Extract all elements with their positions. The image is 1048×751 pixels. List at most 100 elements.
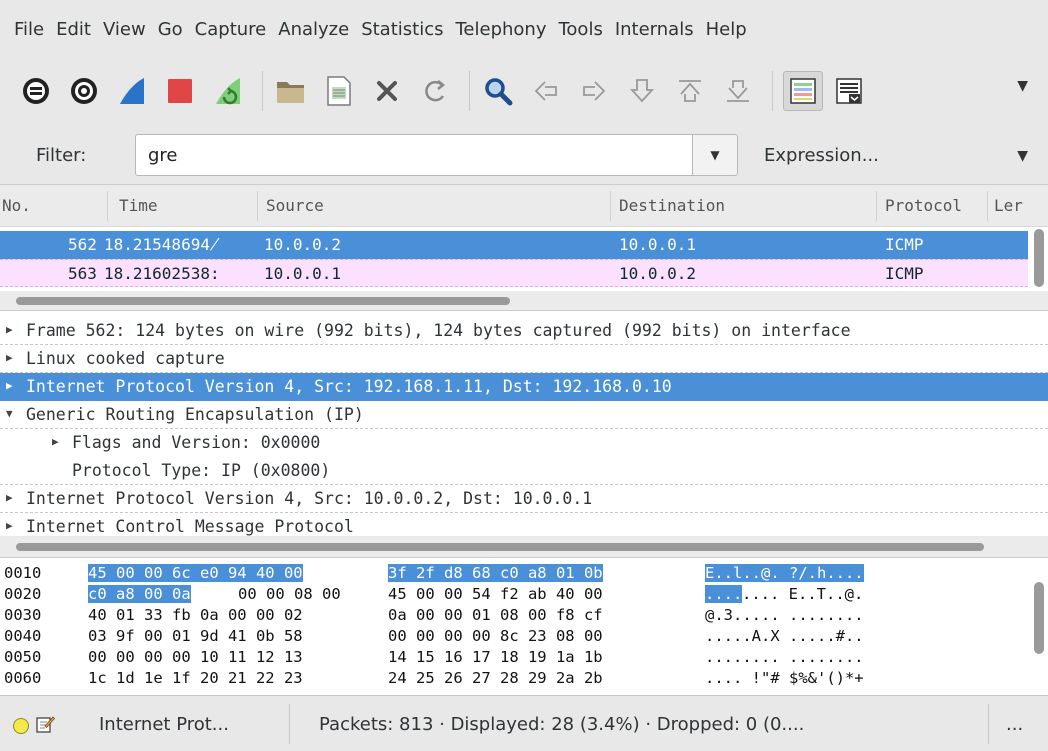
column-header-length[interactable]: Ler: [994, 196, 1023, 215]
tree-item-frame[interactable]: ▶ Frame 562: 124 bytes on wire (992 bits…: [0, 317, 1048, 345]
bytes-offset: 0050: [4, 648, 42, 666]
packet-row[interactable]: 563 18.21602538: 10.0.0.1 10.0.0.2 ICMP: [0, 259, 1028, 287]
column-header-protocol[interactable]: Protocol: [885, 196, 962, 215]
interface-list-button[interactable]: [18, 73, 54, 109]
packet-count-status: Packets: 813 · Displayed: 28 (3.4%) · Dr…: [319, 714, 805, 735]
expand-arrow-icon[interactable]: ▶: [6, 379, 13, 392]
bytes-row[interactable]: 0010 45 00 00 6c e0 94 40 00 3f 2f d8 68…: [0, 564, 864, 585]
first-packet-button[interactable]: [672, 73, 708, 109]
column-header-destination[interactable]: Destination: [619, 196, 725, 215]
column-divider[interactable]: [257, 191, 258, 221]
expand-arrow-icon[interactable]: ▶: [6, 351, 13, 364]
bytes-row[interactable]: 0020 c0 a8 00 0a 00 00 08 00 45 00 00 54…: [0, 585, 863, 606]
stop-capture-button[interactable]: [162, 73, 198, 109]
save-file-icon: [327, 76, 351, 106]
collapse-arrow-icon[interactable]: ▼: [6, 407, 13, 420]
go-forward-button[interactable]: [576, 73, 612, 109]
bytes-row[interactable]: 0040 03 9f 00 01 9d 41 0b 58 00 00 00 00…: [0, 627, 864, 648]
stop-capture-icon: [168, 79, 192, 103]
details-horizontal-scrollbar[interactable]: [16, 543, 984, 551]
packet-row[interactable]: 562 18.21548694̸ 10.0.0.2 10.0.0.1 ICMP: [0, 231, 1028, 259]
packet-source: 10.0.0.1: [264, 264, 342, 283]
column-divider[interactable]: [876, 191, 877, 221]
chevron-down-icon: ▼: [710, 148, 720, 162]
packet-list-horizontal-scrollbar[interactable]: [16, 297, 510, 305]
bytes-row[interactable]: 0060 1c 1d 1e 1f 20 21 22 23 24 25 26 27…: [0, 669, 864, 690]
column-divider[interactable]: [987, 191, 988, 221]
bytes-hex: 1c 1d 1e 1f 20 21 22 23: [88, 669, 303, 687]
open-file-button[interactable]: [273, 73, 309, 109]
packet-destination: 10.0.0.1: [619, 235, 697, 254]
bytes-ascii: .... !"# $%&'()*+: [705, 669, 864, 687]
menu-statistics[interactable]: Statistics: [361, 19, 443, 40]
bytes-row[interactable]: 0030 40 01 33 fb 0a 00 00 02 0a 00 00 01…: [0, 606, 864, 627]
find-packet-button[interactable]: [480, 73, 516, 109]
bytes-offset: 0010: [4, 564, 42, 582]
auto-scroll-button[interactable]: [831, 73, 867, 109]
close-file-icon: [377, 81, 397, 101]
expand-arrow-icon[interactable]: ▶: [6, 491, 13, 504]
last-packet-button[interactable]: [720, 73, 756, 109]
reload-button[interactable]: [417, 73, 453, 109]
column-divider[interactable]: [610, 191, 611, 221]
restart-capture-button[interactable]: [210, 73, 246, 109]
expand-arrow-icon[interactable]: ▶: [52, 435, 59, 448]
expert-info-led-icon[interactable]: [13, 718, 29, 734]
menu-help[interactable]: Help: [706, 19, 747, 40]
toolbar-overflow-icon[interactable]: ▼: [1017, 78, 1028, 94]
menu-file[interactable]: File: [14, 19, 44, 40]
expand-arrow-icon[interactable]: ▶: [6, 519, 13, 532]
expand-arrow-icon[interactable]: ▶: [6, 323, 13, 336]
colorize-icon: [790, 78, 816, 104]
column-header-no[interactable]: No.: [2, 196, 31, 215]
packet-list-vertical-scrollbar[interactable]: [1034, 229, 1044, 287]
bytes-hex: 03 9f 00 01 9d 41 0b 58: [88, 627, 303, 645]
save-file-button[interactable]: [321, 73, 357, 109]
column-header-time[interactable]: Time: [119, 196, 158, 215]
bytes-vertical-scrollbar[interactable]: [1034, 582, 1044, 654]
tree-item-linux-cooked-capture[interactable]: ▶ Linux cooked capture: [0, 345, 1048, 373]
column-divider[interactable]: [107, 191, 108, 221]
menu-go[interactable]: Go: [158, 19, 183, 40]
menu-internals[interactable]: Internals: [615, 19, 694, 40]
packet-time: 18.21548694̸: [104, 235, 220, 254]
colorize-toggle[interactable]: [783, 71, 823, 111]
column-header-source[interactable]: Source: [266, 196, 324, 215]
bytes-ascii-selected: ....: [705, 585, 743, 603]
go-back-button[interactable]: [528, 73, 564, 109]
menu-bar: File Edit View Go Capture Analyze Statis…: [0, 0, 1048, 58]
go-to-packet-button[interactable]: [624, 73, 660, 109]
menu-capture[interactable]: Capture: [195, 19, 267, 40]
close-file-button[interactable]: [369, 73, 405, 109]
expression-button[interactable]: Expression...: [764, 145, 879, 166]
menu-analyze[interactable]: Analyze: [278, 19, 349, 40]
start-capture-button[interactable]: [114, 73, 150, 109]
menu-edit[interactable]: Edit: [56, 19, 91, 40]
bytes-offset: 0060: [4, 669, 42, 687]
menu-tools[interactable]: Tools: [558, 19, 602, 40]
bytes-hex: 45 00 00 54 f2 ab 40 00: [388, 585, 603, 603]
packet-destination: 10.0.0.2: [619, 264, 697, 283]
bytes-row[interactable]: 0050 00 00 00 00 10 11 12 13 14 15 16 17…: [0, 648, 864, 669]
status-divider: [988, 704, 989, 744]
tree-item-gre-protocol-type[interactable]: Protocol Type: IP (0x0800): [0, 457, 1048, 485]
profile-status[interactable]: ...: [1006, 714, 1023, 735]
filter-history-dropdown[interactable]: ▼: [692, 134, 738, 176]
tree-item-ipv4-inner[interactable]: ▶ Internet Protocol Version 4, Src: 10.0…: [0, 485, 1048, 513]
tree-item-gre-flags[interactable]: ▶ Flags and Version: 0x0000: [0, 429, 1048, 457]
first-packet-icon: [679, 80, 701, 102]
packet-protocol: ICMP: [885, 235, 924, 254]
bytes-ascii: @.3..... ........: [705, 606, 864, 624]
filter-overflow-icon[interactable]: ▼: [1017, 148, 1028, 164]
menu-view[interactable]: View: [103, 19, 146, 40]
tree-item-ipv4-outer[interactable]: ▶ Internet Protocol Version 4, Src: 192.…: [0, 373, 1048, 401]
menu-telephony[interactable]: Telephony: [455, 19, 546, 40]
capture-options-icon: [71, 78, 97, 104]
capture-options-button[interactable]: [66, 73, 102, 109]
capture-comment-icon[interactable]: [35, 714, 56, 739]
main-toolbar: ▼: [0, 58, 1048, 124]
packet-list-header: No. Time Source Destination Protocol Ler: [0, 185, 1048, 227]
tree-item-gre[interactable]: ▼ Generic Routing Encapsulation (IP): [0, 401, 1048, 429]
packet-list: No. Time Source Destination Protocol Ler…: [0, 184, 1048, 310]
display-filter-input[interactable]: [135, 134, 693, 176]
